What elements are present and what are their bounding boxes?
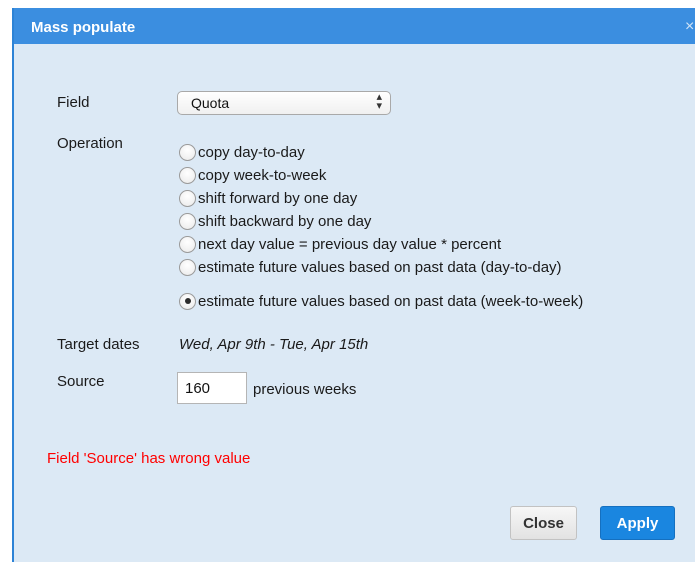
- close-button[interactable]: Close: [510, 506, 577, 540]
- radio-button[interactable]: [179, 166, 196, 184]
- radio-next-day-percent[interactable]: next day value = previous day value * pe…: [179, 234, 501, 254]
- field-select[interactable]: Quota ▴ ▾: [177, 91, 391, 115]
- operation-label: Operation: [57, 135, 123, 152]
- target-dates-label: Target dates: [57, 336, 140, 353]
- radio-label: shift backward by one day: [198, 212, 372, 230]
- source-input[interactable]: [177, 372, 247, 404]
- radio-button[interactable]: [179, 258, 196, 276]
- mass-populate-dialog: Mass populate × Field Quota ▴ ▾ Operation…: [12, 8, 695, 562]
- page: Mass populate × Field Quota ▴ ▾ Operation…: [0, 0, 695, 562]
- source-label: Source: [57, 373, 105, 390]
- close-icon[interactable]: ×: [685, 18, 695, 36]
- radio-copy-day-to-day[interactable]: copy day-to-day: [179, 142, 305, 162]
- radio-label: next day value = previous day value * pe…: [198, 235, 502, 253]
- radio-shift-forward[interactable]: shift forward by one day: [179, 188, 357, 208]
- radio-button[interactable]: [179, 189, 196, 207]
- radio-estimate-day-to-day[interactable]: estimate future values based on past dat…: [179, 257, 562, 277]
- radio-button[interactable]: [179, 212, 196, 230]
- radio-button[interactable]: [179, 143, 196, 161]
- select-arrows-icon: ▴ ▾: [376, 91, 382, 112]
- apply-button[interactable]: Apply: [600, 506, 675, 540]
- source-suffix: previous weeks: [253, 381, 357, 398]
- dialog-titlebar: Mass populate ×: [14, 8, 695, 44]
- radio-label: copy day-to-day: [198, 143, 305, 161]
- radio-estimate-week-to-week[interactable]: estimate future values based on past dat…: [179, 291, 583, 311]
- radio-label: estimate future values based on past dat…: [198, 258, 562, 276]
- radio-shift-backward[interactable]: shift backward by one day: [179, 211, 371, 231]
- target-dates-value: Wed, Apr 9th - Tue, Apr 15th: [179, 336, 369, 353]
- dialog-title: Mass populate: [31, 19, 136, 36]
- radio-button-checked[interactable]: [179, 292, 196, 310]
- field-select-value: Quota: [191, 95, 230, 111]
- radio-button[interactable]: [179, 235, 196, 253]
- field-label: Field: [57, 94, 90, 111]
- radio-copy-week-to-week[interactable]: copy week-to-week: [179, 165, 326, 185]
- radio-label: shift forward by one day: [198, 189, 358, 207]
- radio-label: copy week-to-week: [198, 166, 327, 184]
- radio-label: estimate future values based on past dat…: [198, 292, 584, 310]
- error-message: Field 'Source' has wrong value: [47, 450, 251, 467]
